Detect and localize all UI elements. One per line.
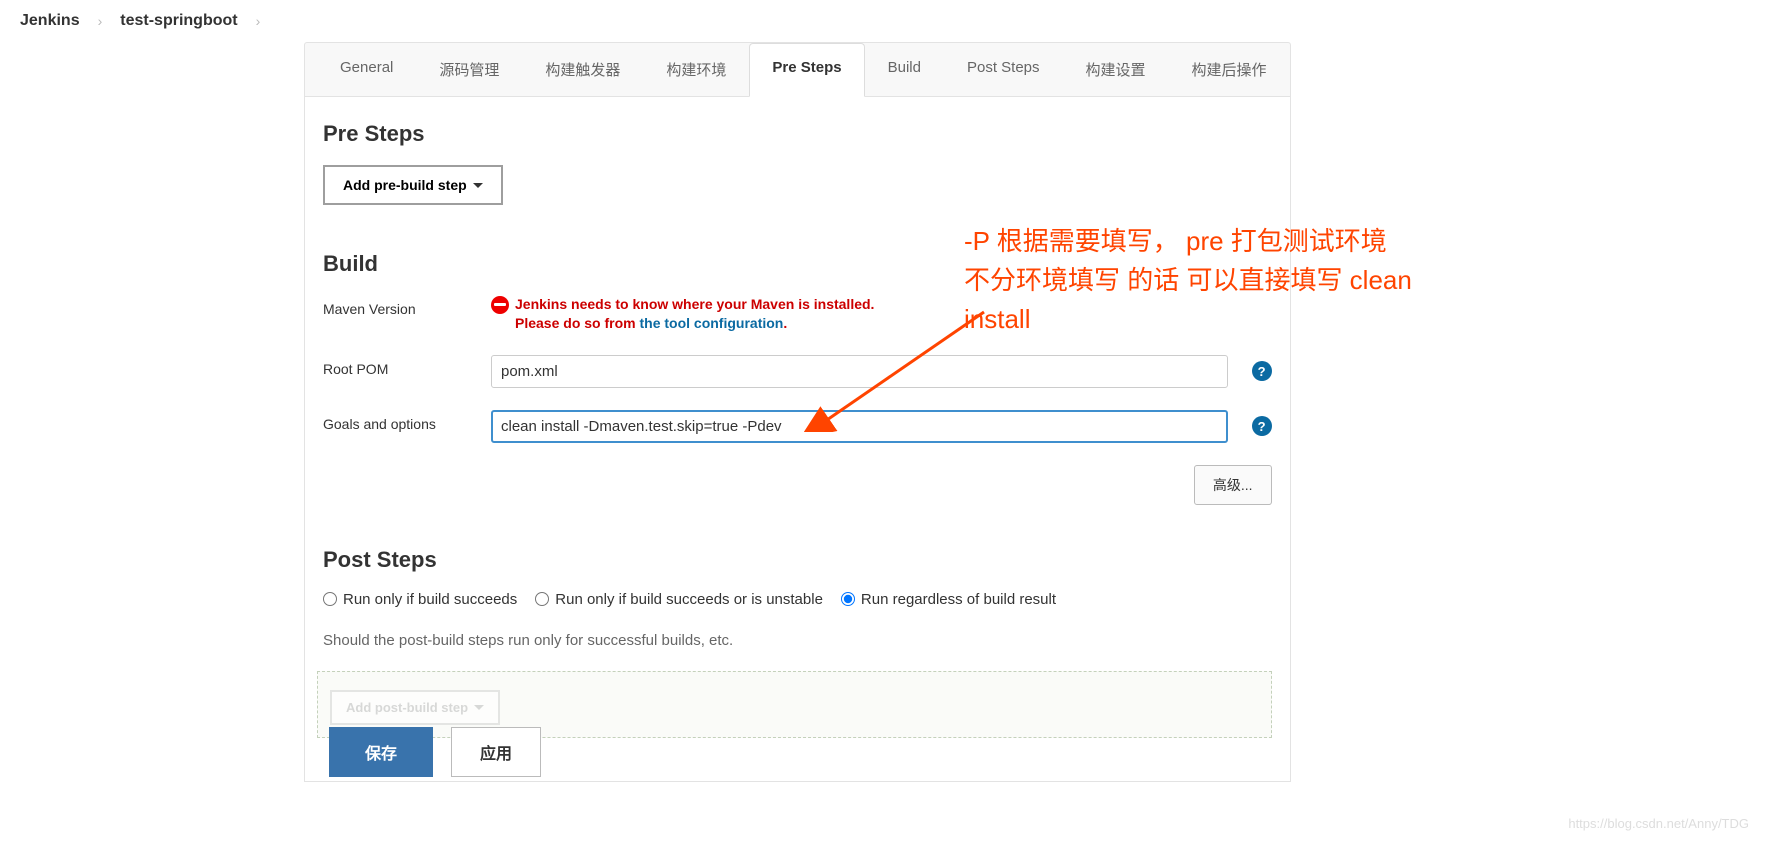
add-post-build-step-button: Add post-build step [330, 690, 500, 725]
tab-scm[interactable]: 源码管理 [416, 43, 522, 96]
save-button[interactable]: 保存 [329, 727, 433, 777]
error-line2b: . [783, 315, 787, 331]
watermark: https://blog.csdn.net/Anny/TDG [1568, 816, 1749, 831]
chevron-right-icon: › [256, 13, 261, 29]
goals-row: Goals and options ? [323, 410, 1272, 443]
goals-label: Goals and options [323, 410, 491, 432]
tab-post-build[interactable]: 构建后操作 [1169, 43, 1290, 96]
radio-succeeds[interactable]: Run only if build succeeds [323, 591, 517, 608]
post-steps-help: Should the post-build steps run only for… [323, 632, 1272, 649]
post-steps-radios: Run only if build succeeds Run only if b… [323, 591, 1272, 608]
tab-triggers[interactable]: 构建触发器 [522, 43, 643, 96]
help-icon[interactable]: ? [1252, 416, 1272, 436]
pre-steps-title: Pre Steps [323, 121, 1272, 147]
breadcrumb-project[interactable]: test-springboot [120, 12, 237, 30]
error-icon [491, 296, 509, 314]
help-icon[interactable]: ? [1252, 361, 1272, 381]
root-pom-label: Root POM [323, 355, 491, 377]
tab-post-steps[interactable]: Post Steps [944, 43, 1063, 96]
apply-button[interactable]: 应用 [451, 727, 541, 777]
caret-down-icon [473, 183, 483, 188]
radio-unstable[interactable]: Run only if build succeeds or is unstabl… [535, 591, 823, 608]
radio-regardless[interactable]: Run regardless of build result [841, 591, 1056, 608]
breadcrumb-root[interactable]: Jenkins [20, 12, 80, 30]
goals-input[interactable] [491, 410, 1228, 443]
maven-version-label: Maven Version [323, 295, 491, 317]
config-panel: General 源码管理 构建触发器 构建环境 Pre Steps Build … [304, 42, 1291, 782]
root-pom-row: Root POM ? [323, 355, 1272, 388]
error-line1: Jenkins needs to know where your Maven i… [515, 296, 874, 312]
post-steps-title: Post Steps [323, 547, 1272, 573]
add-pre-build-label: Add pre-build step [343, 177, 467, 193]
root-pom-input[interactable] [491, 355, 1228, 388]
breadcrumb: Jenkins › test-springboot › [0, 0, 1779, 42]
tab-build-settings[interactable]: 构建设置 [1063, 43, 1169, 96]
left-gutter [0, 42, 304, 782]
tab-general[interactable]: General [317, 43, 416, 96]
error-line2a: Please do so from [515, 315, 639, 331]
tab-pre-steps[interactable]: Pre Steps [749, 43, 864, 97]
advanced-button[interactable]: 高级... [1194, 465, 1272, 505]
tab-build-env[interactable]: 构建环境 [643, 43, 749, 96]
tab-build[interactable]: Build [865, 43, 944, 96]
add-pre-build-step-button[interactable]: Add pre-build step [323, 165, 503, 205]
build-title: Build [323, 251, 1272, 277]
tool-config-link[interactable]: the tool configuration [639, 315, 783, 331]
chevron-right-icon: › [98, 13, 103, 29]
config-tabs: General 源码管理 构建触发器 构建环境 Pre Steps Build … [305, 43, 1290, 97]
maven-version-row: Maven Version Jenkins needs to know wher… [323, 295, 1272, 333]
maven-error: Jenkins needs to know where your Maven i… [491, 295, 1272, 333]
